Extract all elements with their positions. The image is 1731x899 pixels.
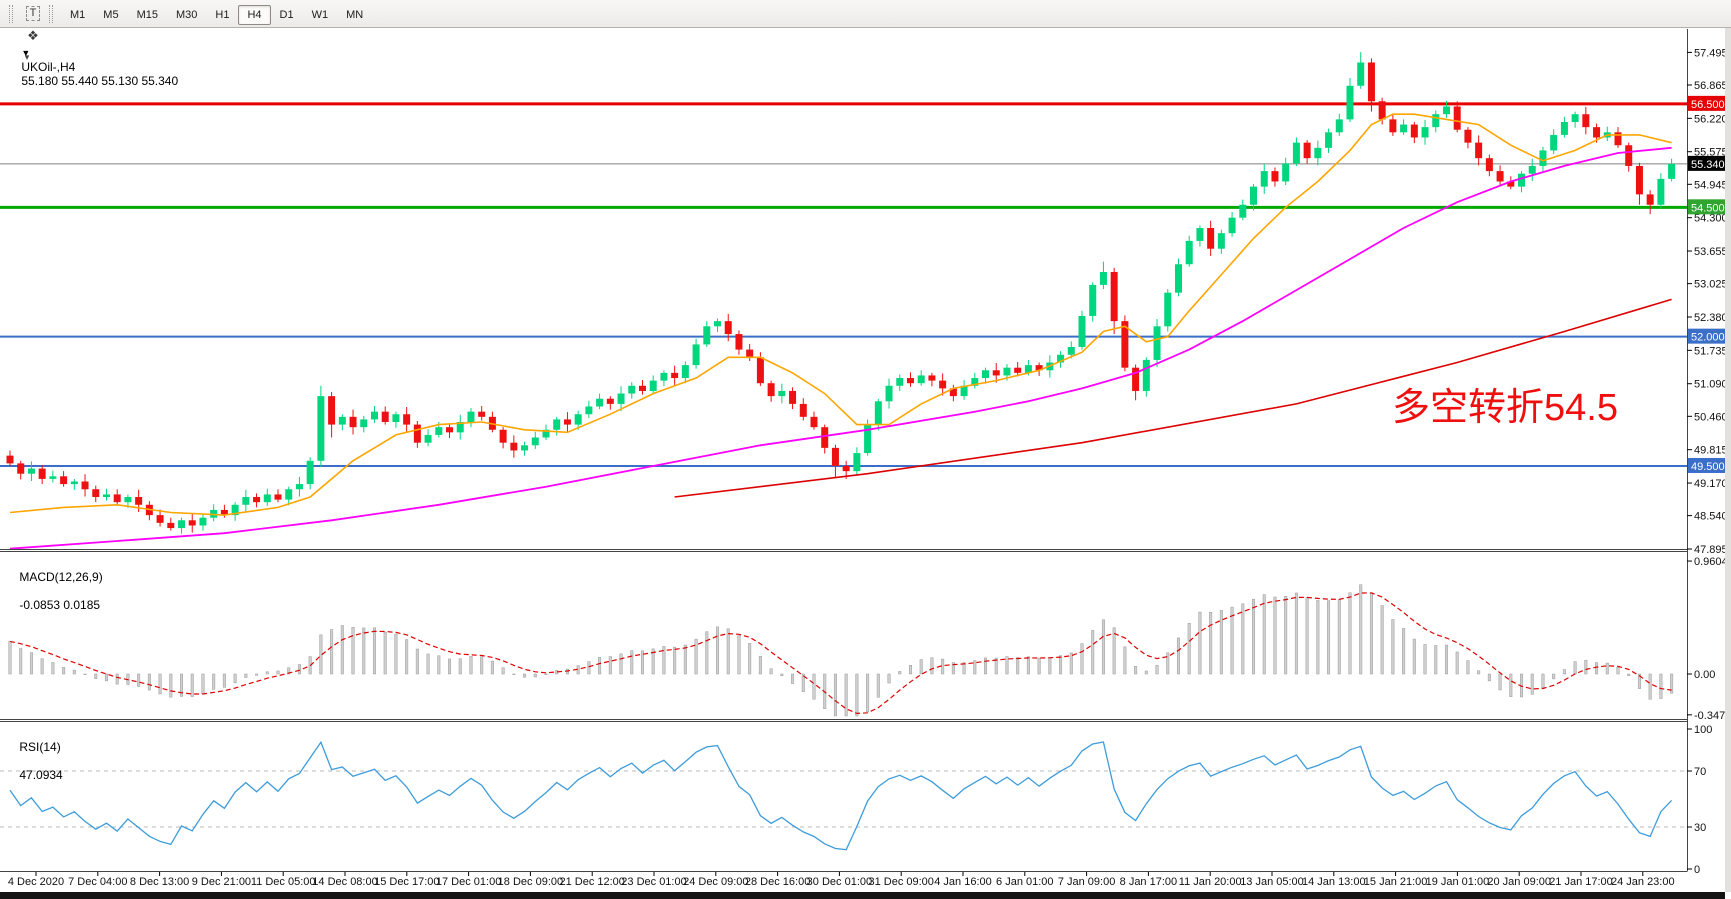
svg-text:23 Dec 01:00: 23 Dec 01:00 [621, 876, 686, 888]
svg-text:8 Dec 13:00: 8 Dec 13:00 [130, 876, 189, 888]
objects-dropdown-icon[interactable]: ▾ [21, 47, 33, 69]
timeframe-d1[interactable]: D1 [271, 5, 303, 25]
svg-text:15 Jan 21:00: 15 Jan 21:00 [1364, 876, 1428, 888]
rsi-indicator-label: RSI(14) 47.0934 [6, 726, 63, 796]
svg-text:14 Dec 08:00: 14 Dec 08:00 [312, 876, 377, 888]
timeframes-group: M1M5M15M30H1H4D1W1MN [61, 5, 372, 23]
timeframe-w1[interactable]: W1 [303, 5, 338, 25]
toolbar-grip[interactable] [9, 5, 13, 23]
candles [7, 52, 1676, 534]
bottom-bar [0, 892, 1725, 899]
svg-text:24 Dec 09:00: 24 Dec 09:00 [683, 876, 748, 888]
ohlc-values: 55.180 55.440 55.130 55.340 [21, 74, 178, 88]
svg-text:9 Dec 21:00: 9 Dec 21:00 [192, 876, 251, 888]
svg-text:49.500: 49.500 [1691, 461, 1725, 473]
timeframe-m30[interactable]: M30 [167, 5, 206, 25]
rsi-value: 47.0934 [19, 768, 62, 782]
svg-text:15 Dec 17:00: 15 Dec 17:00 [374, 876, 439, 888]
svg-text:0: 0 [1694, 864, 1700, 876]
svg-text:54.500: 54.500 [1691, 202, 1725, 214]
svg-text:51.090: 51.090 [1694, 379, 1728, 391]
svg-text:47.895: 47.895 [1694, 544, 1728, 556]
svg-text:31 Dec 09:00: 31 Dec 09:00 [868, 876, 933, 888]
window-edge [1725, 28, 1731, 892]
svg-text:21 Jan 17:00: 21 Jan 17:00 [1549, 876, 1613, 888]
svg-text:28 Dec 16:00: 28 Dec 16:00 [745, 876, 810, 888]
text-tool-icon[interactable]: T [21, 3, 45, 25]
svg-text:0.00: 0.00 [1694, 669, 1715, 681]
svg-text:56.865: 56.865 [1694, 80, 1728, 92]
svg-text:100: 100 [1694, 724, 1712, 736]
chart-toolbar: ▦FAT❖▾ M1M5M15M30H1H4D1W1MN [0, 0, 1731, 28]
svg-text:53.655: 53.655 [1694, 246, 1728, 258]
svg-text:70: 70 [1694, 766, 1706, 778]
svg-text:11 Jan 20:00: 11 Jan 20:00 [1179, 876, 1242, 888]
toolbar-grip-2[interactable] [49, 5, 53, 23]
svg-text:52.380: 52.380 [1694, 312, 1728, 324]
macd-panel: 0.96040.00-0.3473 [9, 556, 1731, 722]
svg-text:21 Dec 12:00: 21 Dec 12:00 [559, 876, 624, 888]
timeframe-m15[interactable]: M15 [128, 5, 167, 25]
rsi-name: RSI(14) [19, 740, 60, 754]
svg-text:24 Jan 23:00: 24 Jan 23:00 [1611, 876, 1675, 888]
drawing-tools-group: ▦FAT❖▾ [21, 0, 45, 69]
svg-text:30: 30 [1694, 822, 1706, 834]
svg-text:4 Dec 2020: 4 Dec 2020 [8, 876, 64, 888]
svg-text:54.945: 54.945 [1694, 179, 1728, 191]
svg-text:51.735: 51.735 [1694, 345, 1728, 357]
svg-text:53.025: 53.025 [1694, 279, 1728, 291]
svg-text:57.495: 57.495 [1694, 47, 1728, 59]
svg-text:14 Jan 13:00: 14 Jan 13:00 [1302, 876, 1366, 888]
svg-text:17 Dec 01:00: 17 Dec 01:00 [436, 876, 501, 888]
timeframe-m1[interactable]: M1 [61, 5, 94, 25]
macd-name: MACD(12,26,9) [19, 570, 102, 584]
svg-text:7 Dec 04:00: 7 Dec 04:00 [68, 876, 127, 888]
date-axis: 4 Dec 2020 7 Dec 04:008 Dec 13:009 Dec 21… [8, 872, 1675, 888]
svg-text:18 Dec 09:00: 18 Dec 09:00 [498, 876, 563, 888]
svg-text:0.9604: 0.9604 [1694, 556, 1728, 568]
macd-values: -0.0853 0.0185 [19, 598, 100, 612]
svg-text:19 Jan 01:00: 19 Jan 01:00 [1426, 876, 1490, 888]
macd-indicator-label: MACD(12,26,9) -0.0853 0.0185 [6, 556, 103, 626]
svg-text:7 Jan 09:00: 7 Jan 09:00 [1058, 876, 1116, 888]
svg-text:6 Jan 01:00: 6 Jan 01:00 [996, 876, 1054, 888]
svg-text:49.815: 49.815 [1694, 445, 1728, 457]
svg-text:56.220: 56.220 [1694, 113, 1728, 125]
timeframe-h4[interactable]: H4 [238, 5, 270, 25]
timeframe-h1[interactable]: H1 [206, 5, 238, 25]
svg-text:48.540: 48.540 [1694, 511, 1728, 523]
svg-text:56.500: 56.500 [1691, 99, 1725, 111]
timeframe-mn[interactable]: MN [337, 5, 372, 25]
rsi-panel: 100 70 30 0 [0, 724, 1712, 876]
trading-terminal-window: ▦FAT❖▾ M1M5M15M30H1H4D1W1MN ▼ UKOil-,H4 … [0, 0, 1731, 899]
svg-text:30 Dec 01:00: 30 Dec 01:00 [807, 876, 872, 888]
svg-text:4 Jan 16:00: 4 Jan 16:00 [934, 876, 992, 888]
ma-fast-line [10, 114, 1672, 515]
svg-text:54.300: 54.300 [1694, 213, 1728, 225]
svg-text:50.460: 50.460 [1694, 411, 1728, 423]
svg-text:55.340: 55.340 [1691, 159, 1725, 171]
panel-borders [0, 29, 1688, 872]
svg-text:8 Jan 17:00: 8 Jan 17:00 [1120, 876, 1178, 888]
svg-text:49.170: 49.170 [1694, 478, 1728, 490]
svg-text:52.000: 52.000 [1691, 332, 1725, 344]
timeframe-m5[interactable]: M5 [94, 5, 127, 25]
chart-canvas[interactable]: 多空转折54.557.49556.86556.22055.57554.94554… [0, 0, 1731, 899]
svg-text:11 Dec 05:00: 11 Dec 05:00 [251, 876, 316, 888]
chart-annotation-text: 多空转折54.5 [1392, 387, 1618, 429]
svg-text:13 Jan 05:00: 13 Jan 05:00 [1240, 876, 1304, 888]
objects-tool-icon[interactable]: ❖ [21, 25, 45, 47]
svg-text:20 Jan 09:00: 20 Jan 09:00 [1487, 876, 1551, 888]
